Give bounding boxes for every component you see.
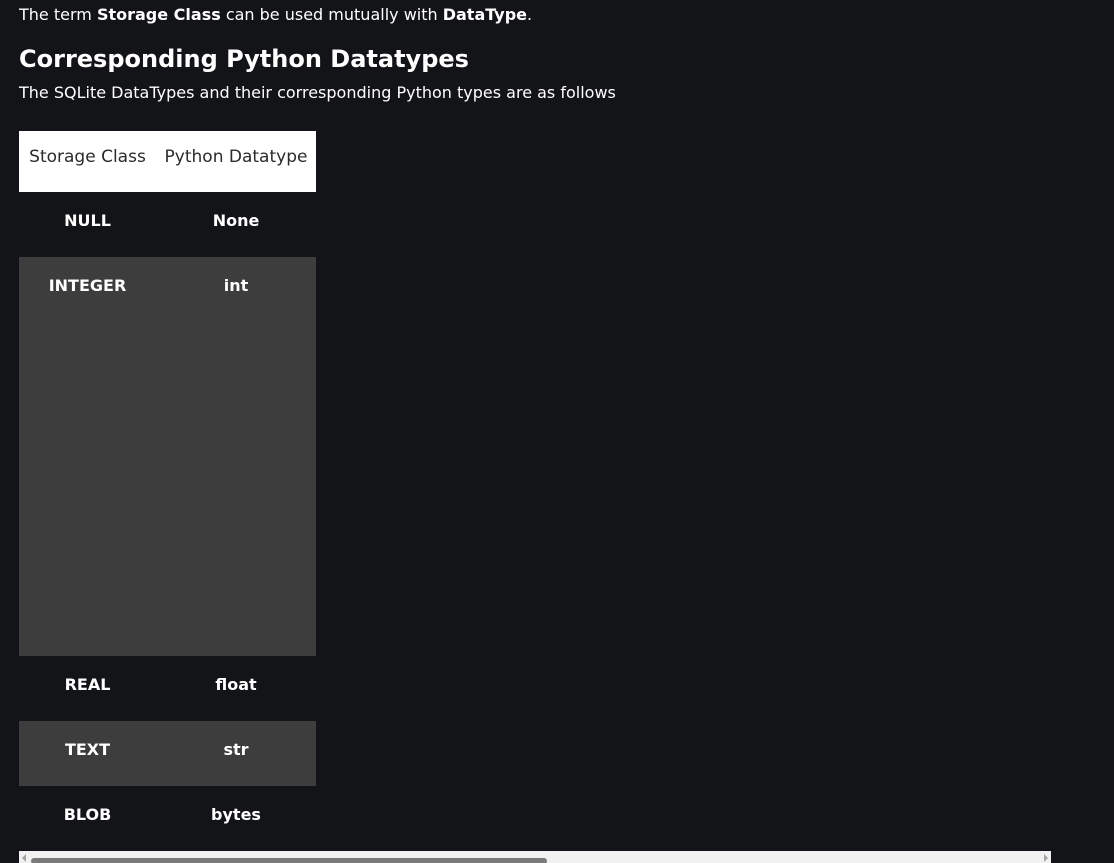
- section-description: The SQLite DataTypes and their correspon…: [19, 83, 616, 102]
- horizontal-scrollbar[interactable]: [19, 851, 1051, 863]
- scroll-left-arrow-icon[interactable]: [22, 854, 26, 862]
- table-row: NULL None: [19, 192, 316, 257]
- table-cell-python-datatype: bytes: [211, 805, 261, 824]
- intro-prefix: The term: [19, 5, 97, 24]
- intro-term-datatype: DataType: [442, 5, 527, 24]
- intro-term-storage-class: Storage Class: [96, 5, 221, 24]
- scroll-right-arrow-icon[interactable]: [1044, 854, 1048, 862]
- table-row: REAL float: [19, 656, 316, 721]
- table-cell-python-datatype: float: [215, 675, 257, 694]
- table-cell-storage-class: REAL: [64, 675, 111, 694]
- table-cell-storage-class: TEXT: [64, 740, 111, 759]
- datatypes-table: Storage Class Python Datatype NULL None …: [19, 131, 316, 851]
- page: The term Storage Class can be used mutua…: [0, 0, 1114, 863]
- table-row: BLOB bytes: [19, 786, 316, 851]
- table-cell-python-datatype: int: [223, 276, 249, 295]
- table-header-python-datatype: Python Datatype: [164, 147, 308, 167]
- intro-middle: can be used mutually with: [220, 5, 443, 24]
- intro-text: The term Storage Class can be used mutua…: [19, 5, 532, 25]
- table-cell-storage-class: BLOB: [63, 805, 112, 824]
- table-cell-python-datatype: None: [212, 211, 260, 230]
- scrollbar-thumb[interactable]: [31, 858, 547, 863]
- intro-suffix: .: [527, 5, 533, 24]
- table-cell-python-datatype: str: [223, 740, 249, 759]
- table-row: TEXT str: [19, 721, 316, 786]
- table-header-row: Storage Class Python Datatype: [19, 131, 316, 192]
- table-row: INTEGER int: [19, 257, 316, 656]
- table-header-storage-class: Storage Class: [29, 147, 146, 167]
- table-cell-storage-class: INTEGER: [48, 276, 127, 295]
- section-heading: Corresponding Python Datatypes: [19, 45, 469, 73]
- table-cell-storage-class: NULL: [64, 211, 111, 230]
